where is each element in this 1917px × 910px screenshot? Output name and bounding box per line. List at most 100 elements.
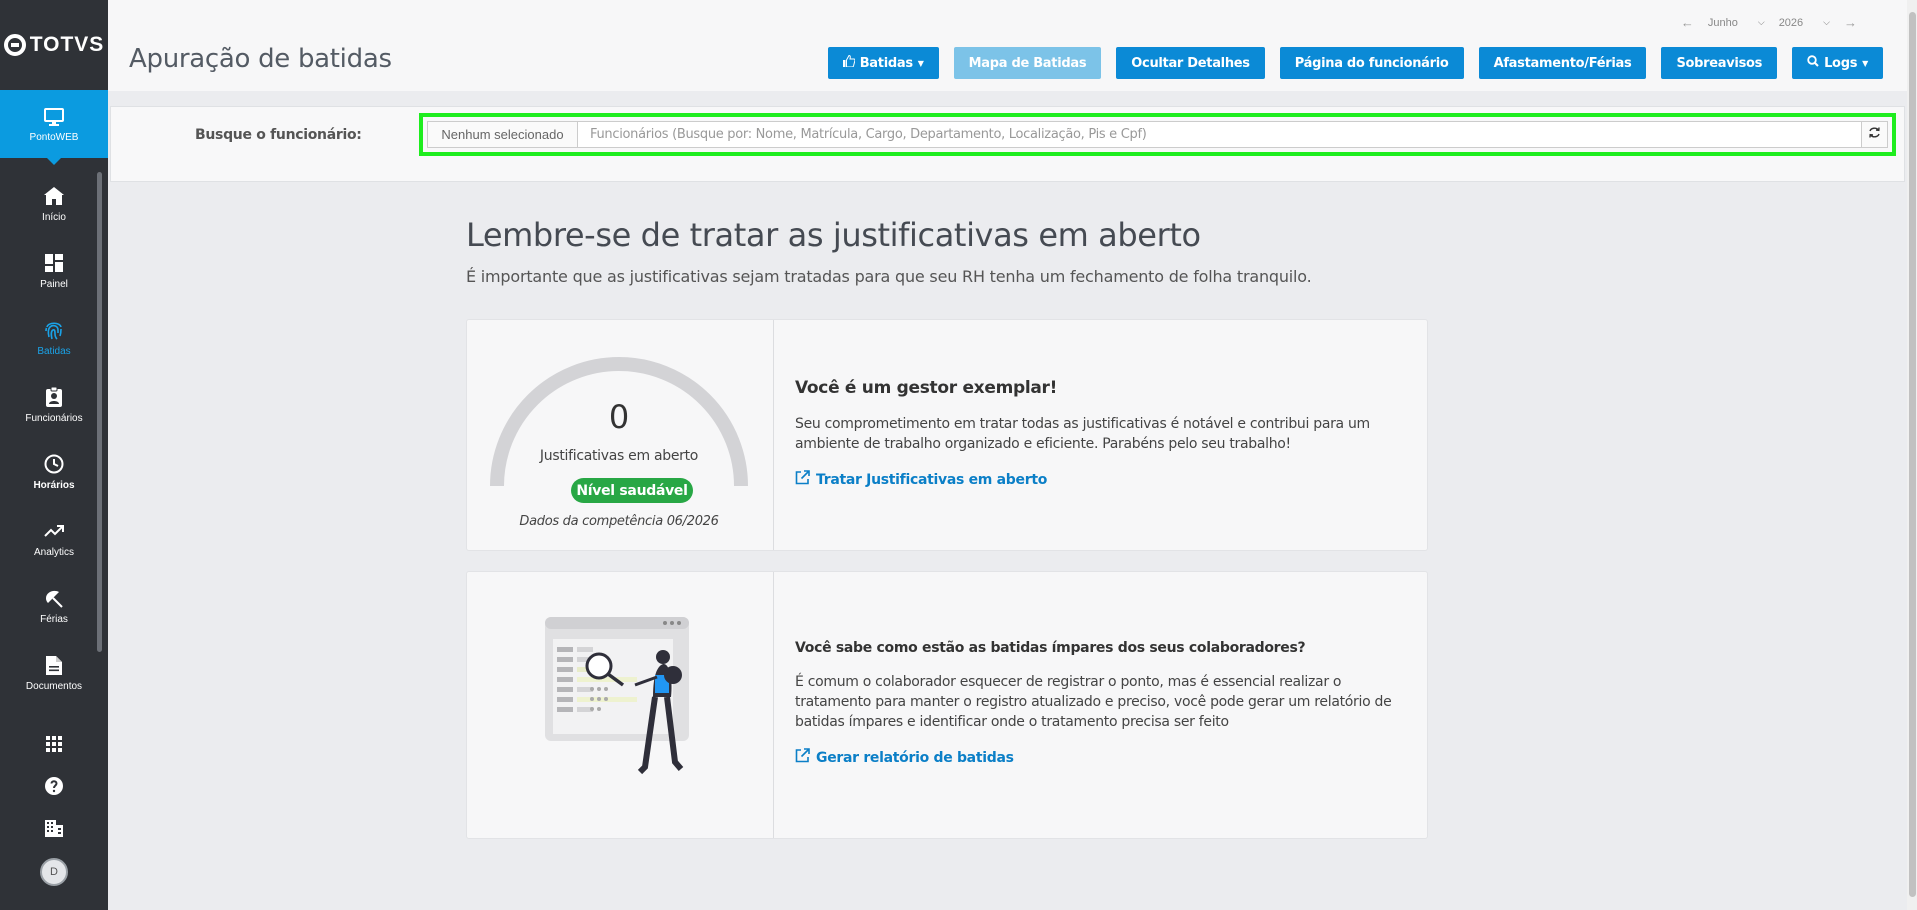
- page-scrollbar-thumb[interactable]: [1909, 12, 1916, 897]
- fingerprint-icon: [43, 319, 65, 341]
- justifications-gauge: 0 Justificativas em aberto Nível saudáve…: [489, 356, 749, 546]
- avatar[interactable]: D: [40, 858, 68, 886]
- afastamento-ferias-button[interactable]: Afastamento/Férias: [1478, 47, 1647, 79]
- competence-note: Dados da competência 06/2026: [519, 514, 719, 529]
- dashboard-icon: [43, 252, 65, 274]
- refresh-button[interactable]: [1861, 122, 1887, 147]
- sidebar-item-documentos[interactable]: Documentos: [0, 639, 108, 706]
- app-label: PontoWEB: [29, 131, 79, 143]
- sidebar-item-label: Horários: [33, 479, 75, 491]
- sidebar-item-label: Férias: [40, 613, 68, 625]
- chevron-down-icon: ⌵: [1757, 17, 1765, 27]
- page-header: Apuração de batidas ← Junho ⌵ 2026 ⌵ → Bat…: [108, 0, 1917, 91]
- gauge-value: 0: [608, 398, 630, 436]
- link-label: Tratar Justificativas em aberto: [816, 471, 1048, 488]
- month-value: Junho: [1707, 16, 1738, 29]
- caret-down-icon: ▼: [917, 58, 924, 68]
- external-link-icon: [795, 470, 810, 489]
- sidebar-item-label: Painel: [40, 278, 68, 290]
- sidebar-item-ferias[interactable]: Férias: [0, 572, 108, 639]
- company-icon[interactable]: [42, 816, 66, 840]
- card-description: Seu comprometimento em tratar todas as j…: [795, 416, 1370, 452]
- toolbar: Batidas ▼ Mapa de Batidas Ocultar Detalh…: [827, 47, 1883, 79]
- gauge-label: Justificativas em aberto: [539, 448, 699, 464]
- odd-punches-text-block: Você sabe como estão as batidas ímpares …: [795, 640, 1397, 767]
- totvs-logo[interactable]: TOTVS: [0, 0, 108, 90]
- help-icon[interactable]: [42, 774, 66, 798]
- clock-icon: [43, 453, 65, 475]
- sobreavisos-button[interactable]: Sobreavisos: [1661, 47, 1778, 79]
- card-divider: [773, 572, 774, 838]
- employee-search-input[interactable]: [578, 122, 1861, 147]
- page-title: Apuração de batidas: [129, 44, 392, 74]
- sidebar-item-analytics[interactable]: Analytics: [0, 505, 108, 572]
- apps-grid-icon[interactable]: [42, 732, 66, 756]
- sidebar-item-batidas[interactable]: Batidas: [0, 304, 108, 371]
- card-heading: Você é um gestor exemplar!: [795, 378, 1058, 398]
- sobreavisos-button-label: Sobreavisos: [1676, 55, 1763, 71]
- totvs-logo-mark-icon: [3, 34, 26, 56]
- justifications-text-block: Você é um gestor exemplar! Seu compromet…: [795, 378, 1397, 489]
- logs-button-label: Logs: [1824, 55, 1858, 71]
- sidebar-scrollbar[interactable]: [97, 172, 102, 652]
- refresh-icon: [1868, 126, 1881, 144]
- reminder-subtitle: É importante que as justificativas sejam…: [466, 267, 1312, 286]
- page-scrollbar[interactable]: [1907, 0, 1917, 910]
- monitor-icon: [43, 106, 65, 128]
- home-icon: [43, 185, 65, 207]
- logs-dropdown-button[interactable]: Logs ▼: [1792, 47, 1883, 79]
- sidebar-item-painel[interactable]: Painel: [0, 237, 108, 304]
- trending-icon: [43, 520, 65, 542]
- chevron-down-icon: ⌵: [1823, 17, 1830, 27]
- card-description: É comum o colaborador esquecer de regist…: [795, 674, 1392, 730]
- thumbs-up-icon: [842, 54, 856, 71]
- pagina-do-funcionario-button[interactable]: Página do funcionário: [1279, 47, 1464, 79]
- search-icon: [1807, 55, 1819, 71]
- report-illustration: [545, 617, 705, 787]
- pagina-button-label: Página do funcionário: [1294, 55, 1449, 71]
- employee-search-bar: Busque o funcionário: Nenhum selecionado: [110, 106, 1905, 182]
- external-link-icon: [795, 748, 810, 767]
- app-pontoweb[interactable]: PontoWEB: [0, 90, 108, 165]
- link-label: Gerar relatório de batidas: [816, 749, 1014, 766]
- badge-icon: [43, 386, 65, 408]
- sidebar-item-horarios[interactable]: Horários: [0, 438, 108, 505]
- sidebar-item-label: Analytics: [33, 546, 74, 558]
- justifications-card: 0 Justificativas em aberto Nível saudáve…: [466, 319, 1428, 551]
- reminder-title: Lembre-se de tratar as justificativas em…: [466, 216, 1201, 254]
- sidebar-item-label: Documentos: [25, 680, 83, 692]
- mapa-de-batidas-button[interactable]: Mapa de Batidas: [953, 47, 1102, 79]
- sidebar-item-label: Batidas: [37, 345, 71, 357]
- afastamento-button-label: Afastamento/Férias: [1493, 55, 1632, 71]
- sidebar-item-label: Funcionários: [25, 412, 83, 424]
- sidebar-item-label: Início: [42, 211, 66, 223]
- year-select[interactable]: 2026 ⌵: [1779, 17, 1830, 29]
- next-period-arrow-icon[interactable]: →: [1844, 15, 1857, 30]
- year-value: 2026: [1778, 16, 1804, 29]
- previous-period-arrow-icon[interactable]: ←: [1681, 15, 1694, 30]
- umbrella-icon: [43, 587, 65, 609]
- sidebar: TOTVS PontoWEB Início Painel Batidas Fun…: [0, 0, 108, 910]
- caret-down-icon: ▼: [1862, 58, 1868, 68]
- card-divider: [773, 320, 774, 550]
- status-badge: Nível saudável: [571, 478, 693, 503]
- batidas-button-label: Batidas: [859, 55, 913, 71]
- card-heading: Você sabe como estão as batidas ímpares …: [795, 640, 1306, 656]
- batidas-dropdown-button[interactable]: Batidas ▼: [827, 47, 939, 79]
- sidebar-item-funcionarios[interactable]: Funcionários: [0, 371, 108, 438]
- selected-employee-display[interactable]: Nenhum selecionado: [428, 122, 578, 147]
- employee-search-group: Nenhum selecionado: [427, 121, 1888, 148]
- sidebar-item-inicio[interactable]: Início: [0, 170, 108, 237]
- ocultar-detalhes-button[interactable]: Ocultar Detalhes: [1116, 47, 1265, 79]
- search-highlight-frame: Nenhum selecionado: [419, 113, 1896, 156]
- document-icon: [43, 654, 65, 676]
- search-label: Busque o funcionário:: [195, 127, 362, 143]
- generate-report-link[interactable]: Gerar relatório de batidas: [795, 748, 1397, 767]
- month-select[interactable]: Junho ⌵: [1708, 17, 1765, 29]
- treat-justifications-link[interactable]: Tratar Justificativas em aberto: [795, 470, 1397, 489]
- brand-name: TOTVS: [29, 33, 105, 56]
- ocultar-button-label: Ocultar Detalhes: [1131, 55, 1250, 71]
- mapa-button-label: Mapa de Batidas: [968, 55, 1087, 71]
- period-selector: ← Junho ⌵ 2026 ⌵ →: [1681, 15, 1857, 30]
- odd-punches-card: Você sabe como estão as batidas ímpares …: [466, 571, 1428, 839]
